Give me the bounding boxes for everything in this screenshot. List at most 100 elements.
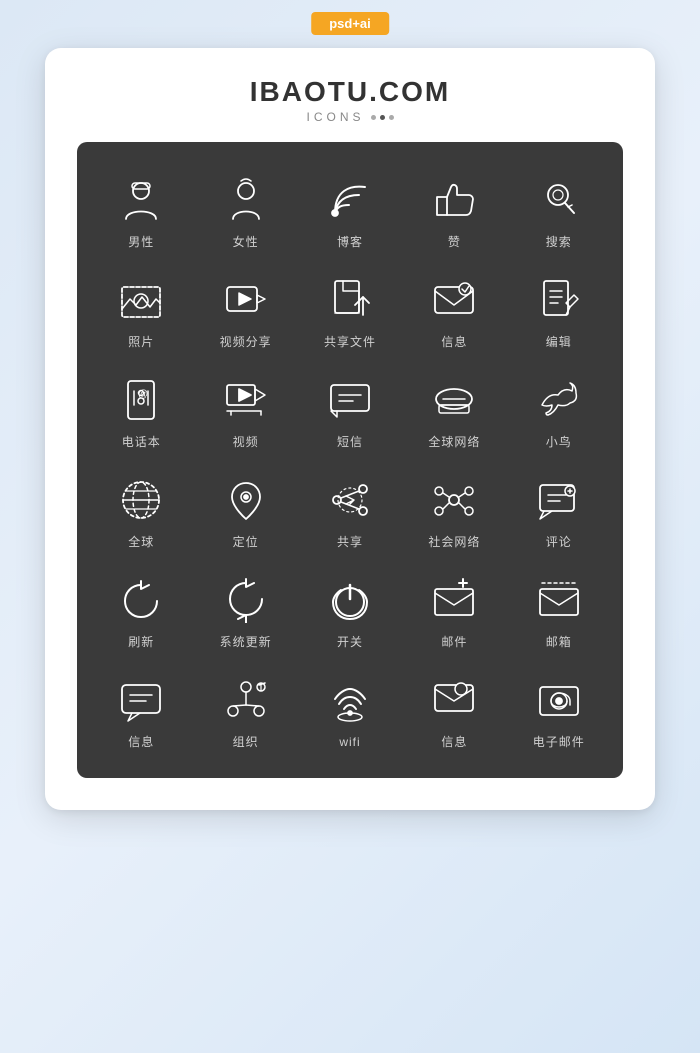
dot-3	[389, 115, 394, 120]
icon-cell-blog[interactable]: 博客	[298, 160, 402, 260]
main-card: IBAOTU.COM ICONS 男性女性博客赞搜索照片视频分享共享文件信息编辑…	[45, 48, 655, 810]
icon-label-message: 信息	[441, 333, 467, 350]
icon-label-mailbox: 邮箱	[546, 633, 572, 650]
icon-label-edit: 编辑	[546, 333, 572, 350]
icon-cell-video[interactable]: 视频	[193, 360, 297, 460]
icon-cell-male[interactable]: 男性	[89, 160, 193, 260]
icon-label-phonebook: 电话本	[122, 433, 161, 450]
message-icon	[428, 274, 480, 326]
global-network-icon	[428, 374, 480, 426]
global-icon	[115, 474, 167, 526]
icon-label-refresh: 刷新	[128, 633, 154, 650]
dot-2	[380, 115, 385, 120]
icon-cell-global-network[interactable]: 全球网络	[402, 360, 506, 460]
icon-cell-message[interactable]: 信息	[402, 260, 506, 360]
icon-cell-wifi[interactable]: wifi	[298, 660, 402, 760]
icon-cell-phonebook[interactable]: @ 电话本	[89, 360, 193, 460]
icon-label-bird: 小鸟	[546, 433, 572, 450]
share-file-icon	[324, 274, 376, 326]
icon-label-chat: 信息	[128, 733, 154, 750]
sms-icon	[324, 374, 376, 426]
icon-cell-search[interactable]: 搜索	[507, 160, 611, 260]
like-icon	[428, 174, 480, 226]
icon-label-wifi: wifi	[339, 735, 360, 749]
icon-cell-edit[interactable]: 编辑	[507, 260, 611, 360]
icon-cell-mail[interactable]: 邮件	[402, 560, 506, 660]
organize-icon	[220, 674, 272, 726]
mail-icon	[428, 574, 480, 626]
icon-label-share-file: 共享文件	[324, 333, 376, 350]
bird-icon	[533, 374, 585, 426]
icon-cell-location[interactable]: 定位	[193, 460, 297, 560]
update-icon	[220, 574, 272, 626]
icon-cell-organize[interactable]: 组织	[193, 660, 297, 760]
refresh-icon	[115, 574, 167, 626]
icon-cell-power[interactable]: 开关	[298, 560, 402, 660]
female-icon	[220, 174, 272, 226]
icon-cell-share-file[interactable]: 共享文件	[298, 260, 402, 360]
icon-cell-bird[interactable]: 小鸟	[507, 360, 611, 460]
icon-cell-comment[interactable]: 评论	[507, 460, 611, 560]
icon-cell-mailbox[interactable]: 邮箱	[507, 560, 611, 660]
icon-label-global-network: 全球网络	[428, 433, 480, 450]
icon-label-mail: 邮件	[441, 633, 467, 650]
icon-label-photo: 照片	[128, 333, 154, 350]
icon-label-video: 视频	[233, 433, 259, 450]
male-icon	[115, 174, 167, 226]
icon-label-male: 男性	[128, 233, 154, 250]
chat-icon	[115, 674, 167, 726]
icon-panel: 男性女性博客赞搜索照片视频分享共享文件信息编辑@电话本视频短信全球网络小鸟全球定…	[77, 142, 623, 778]
format-badge: psd+ai	[311, 12, 389, 35]
svg-text:@: @	[138, 389, 148, 400]
icon-cell-share[interactable]: 共享	[298, 460, 402, 560]
subtitle-row: ICONS	[306, 110, 393, 124]
message2-icon	[428, 674, 480, 726]
search-icon	[533, 174, 585, 226]
icon-label-female: 女性	[233, 233, 259, 250]
icon-cell-female[interactable]: 女性	[193, 160, 297, 260]
icon-label-organize: 组织	[233, 733, 259, 750]
icon-grid: 男性女性博客赞搜索照片视频分享共享文件信息编辑@电话本视频短信全球网络小鸟全球定…	[89, 160, 611, 760]
location-icon	[220, 474, 272, 526]
social-network-icon	[428, 474, 480, 526]
dot-1	[371, 115, 376, 120]
icon-cell-video-share[interactable]: 视频分享	[193, 260, 297, 360]
icon-label-social-network: 社会网络	[428, 533, 480, 550]
email-icon	[533, 674, 585, 726]
video-share-icon	[220, 274, 272, 326]
icon-label-global: 全球	[128, 533, 154, 550]
icon-label-location: 定位	[233, 533, 259, 550]
icon-label-email: 电子邮件	[533, 733, 585, 750]
icon-cell-social-network[interactable]: 社会网络	[402, 460, 506, 560]
icon-label-share: 共享	[337, 533, 363, 550]
icon-cell-update[interactable]: 系统更新	[193, 560, 297, 660]
icon-cell-refresh[interactable]: 刷新	[89, 560, 193, 660]
video-icon	[220, 374, 272, 426]
edit-icon	[533, 274, 585, 326]
icon-cell-like[interactable]: 赞	[402, 160, 506, 260]
photo-icon	[115, 274, 167, 326]
icon-label-blog: 博客	[337, 233, 363, 250]
icon-cell-message2[interactable]: 信息	[402, 660, 506, 760]
icon-label-sms: 短信	[337, 433, 363, 450]
comment-icon	[533, 474, 585, 526]
icon-label-update: 系统更新	[220, 633, 272, 650]
icon-label-search: 搜索	[546, 233, 572, 250]
power-icon	[324, 574, 376, 626]
subtitle-text: ICONS	[306, 110, 364, 124]
icon-label-video-share: 视频分享	[220, 333, 272, 350]
icon-cell-photo[interactable]: 照片	[89, 260, 193, 360]
blog-icon	[324, 174, 376, 226]
icon-label-power: 开关	[337, 633, 363, 650]
icon-cell-global[interactable]: 全球	[89, 460, 193, 560]
phonebook-icon: @	[115, 374, 167, 426]
share-icon	[324, 474, 376, 526]
icon-cell-email[interactable]: 电子邮件	[507, 660, 611, 760]
icon-label-comment: 评论	[546, 533, 572, 550]
icon-label-like: 赞	[448, 233, 461, 250]
icon-cell-chat[interactable]: 信息	[89, 660, 193, 760]
mailbox-icon	[533, 574, 585, 626]
subtitle-dots	[371, 115, 394, 120]
site-title: IBAOTU.COM	[250, 76, 450, 108]
icon-cell-sms[interactable]: 短信	[298, 360, 402, 460]
